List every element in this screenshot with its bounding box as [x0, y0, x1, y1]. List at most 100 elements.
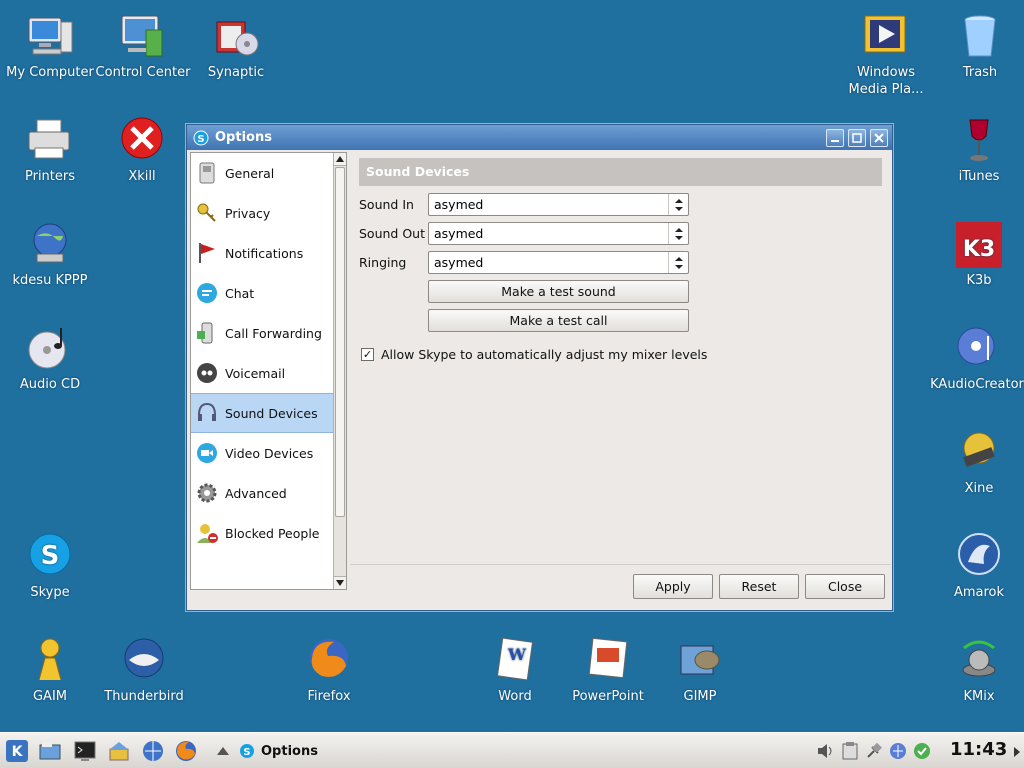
sidebar-item-video-devices[interactable]: Video Devices — [191, 433, 335, 473]
close-button[interactable]: Close — [805, 574, 885, 599]
auto-adjust-checkbox[interactable]: ✓ — [361, 348, 374, 361]
desktop-icon-powerpoint[interactable]: PowerPoint — [560, 636, 656, 705]
gaim-icon — [38, 638, 62, 681]
auto-adjust-label: Allow Skype to automatically adjust my m… — [381, 347, 708, 362]
sidebar-item-label: Call Forwarding — [225, 325, 322, 341]
window-titlebar[interactable]: S Options — [187, 125, 892, 150]
desktop-icon-kaudiocreator[interactable]: KAudioCreator — [929, 324, 1024, 393]
firefox-icon[interactable] — [174, 739, 198, 763]
sound-in-value: asymed — [434, 197, 484, 212]
sidebar-item-notifications[interactable]: Notifications — [191, 233, 335, 273]
sidebar-item-sound-devices[interactable]: Sound Devices — [191, 393, 335, 433]
sidebar-item-label: Video Devices — [225, 445, 314, 461]
desktop-icon-xine[interactable]: Xine — [931, 428, 1024, 497]
desktop-icon-label: iTunes — [958, 169, 1000, 184]
arrow-up-icon[interactable] — [217, 747, 229, 755]
scroll-down-button[interactable] — [334, 576, 346, 589]
sound-in-select[interactable]: asymed — [428, 193, 689, 216]
desktop-icon-control-center[interactable]: Control Center — [95, 12, 191, 81]
scroll-up-button[interactable] — [334, 153, 346, 166]
ringing-select[interactable]: asymed — [428, 251, 689, 274]
desktop-icon-kdesu-kppp[interactable]: kdesu KPPP — [2, 220, 98, 289]
desktop-icon-gaim[interactable]: GAIM — [2, 636, 98, 705]
desktop-icon-xkill[interactable]: Xkill — [94, 116, 190, 185]
audio-cd-icon — [28, 328, 66, 369]
sidebar-list: General Privacy Notifications Chat Call … — [191, 153, 335, 589]
taskbar-task-options[interactable]: S Options — [235, 737, 347, 765]
apply-button[interactable]: Apply — [633, 574, 713, 599]
minimize-button[interactable] — [826, 128, 844, 147]
desktop-icon-label: K3b — [966, 273, 992, 288]
maximize-button[interactable] — [848, 128, 866, 147]
sidebar-item-advanced[interactable]: Advanced — [191, 473, 335, 513]
scroll-thumb[interactable] — [335, 167, 345, 517]
phone-forward-icon — [197, 322, 213, 344]
trash-icon — [964, 15, 996, 57]
sidebar-item-blocked-people[interactable]: Blocked People — [191, 513, 335, 553]
desktop-icon-firefox[interactable]: Firefox — [281, 636, 377, 705]
arrow-up-icon — [336, 156, 344, 162]
browser-icon[interactable] — [141, 739, 165, 763]
desktop-icon-trash[interactable]: Trash — [932, 12, 1024, 81]
desktop-icon-windows-media[interactable]: Windows Media Pla... — [838, 12, 934, 98]
make-test-call-button[interactable]: Make a test call — [428, 309, 689, 332]
volume-icon[interactable] — [816, 741, 836, 761]
sidebar-item-voicemail[interactable]: Voicemail — [191, 353, 335, 393]
sidebar-item-general[interactable]: General — [191, 153, 335, 193]
sidebar-item-label: Privacy — [225, 205, 271, 221]
skype-status-icon[interactable] — [912, 741, 932, 761]
sidebar-item-chat[interactable]: Chat — [191, 273, 335, 313]
blocked-user-icon — [197, 524, 218, 543]
k3b-icon: K3 — [956, 222, 1002, 268]
desktop-icon-thunderbird[interactable]: Thunderbird — [96, 636, 192, 705]
file-manager-icon[interactable] — [38, 739, 62, 763]
auto-adjust-row[interactable]: ✓ Allow Skype to automatically adjust my… — [361, 347, 707, 362]
sidebar-scrollbar[interactable] — [333, 153, 346, 589]
desktop-icon-gimp[interactable]: GIMP — [652, 636, 748, 705]
chevron-right-icon[interactable] — [1014, 747, 1020, 757]
svg-text:K: K — [12, 744, 24, 760]
desktop-icon-label: Skype — [30, 585, 70, 600]
desktop-icon-my-computer[interactable]: My Computer — [2, 12, 98, 81]
home-folder-icon[interactable] — [107, 739, 131, 763]
desktop-icon-amarok[interactable]: Amarok — [931, 532, 1024, 601]
video-camera-icon — [197, 443, 217, 463]
terminal-icon[interactable] — [73, 739, 97, 763]
svg-text:K3: K3 — [963, 237, 995, 262]
close-window-button[interactable] — [870, 128, 888, 147]
desktop-icon-k3b[interactable]: K3 K3b — [931, 220, 1024, 289]
sound-out-select[interactable]: asymed — [428, 222, 689, 245]
desktop-icon-label: Xine — [964, 481, 994, 496]
xkill-icon — [121, 117, 163, 159]
options-sidebar: General Privacy Notifications Chat Call … — [190, 152, 347, 590]
network-icon[interactable] — [888, 741, 908, 761]
kde-menu-icon[interactable]: K — [5, 739, 29, 763]
sidebar-item-call-forwarding[interactable]: Call Forwarding — [191, 313, 335, 353]
desktop-icon-skype[interactable]: S Skype — [2, 532, 98, 601]
gimp-icon — [680, 645, 720, 675]
xine-icon — [963, 432, 995, 467]
desktop-icon-audio-cd[interactable]: Audio CD — [2, 324, 98, 393]
reset-button[interactable]: Reset — [719, 574, 799, 599]
sound-out-label: Sound Out — [359, 226, 425, 241]
desktop-icon-label: GAIM — [32, 689, 68, 704]
sidebar-item-privacy[interactable]: Privacy — [191, 193, 335, 233]
desktop-icon-itunes[interactable]: iTunes — [931, 116, 1024, 185]
sound-devices-panel: Sound Devices Sound In asymed Sound Out … — [350, 152, 891, 564]
desktop-icon-printers[interactable]: Printers — [2, 116, 98, 185]
wine-glass-icon — [969, 119, 989, 161]
clipboard-icon[interactable] — [840, 741, 860, 761]
desktop-icon-word[interactable]: W Word — [467, 636, 563, 705]
desktop-icon-kmix[interactable]: KMix — [931, 636, 1024, 705]
window-title: Options — [215, 130, 272, 145]
close-icon — [874, 132, 884, 143]
firefox-icon — [310, 639, 348, 677]
headset-icon — [198, 402, 216, 421]
desktop-icon-synaptic[interactable]: Synaptic — [188, 12, 284, 81]
sidebar-item-label: Blocked People — [225, 525, 320, 541]
kaudiocreator-icon — [957, 327, 995, 365]
gear-icon — [197, 483, 217, 503]
plug-icon[interactable] — [864, 741, 884, 761]
make-test-sound-button[interactable]: Make a test sound — [428, 280, 689, 303]
ringing-value: asymed — [434, 255, 484, 270]
